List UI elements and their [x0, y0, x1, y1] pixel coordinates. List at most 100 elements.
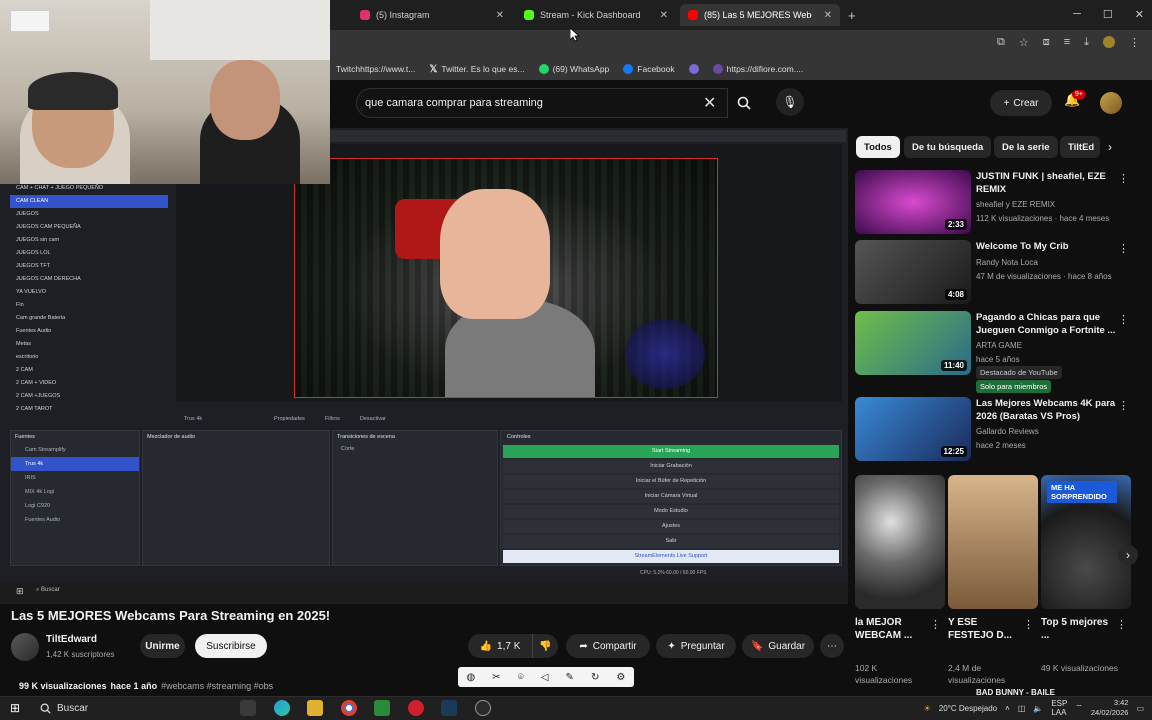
channel-name[interactable]: Randy Nota Loca: [976, 258, 1038, 267]
task-view-icon[interactable]: [240, 700, 256, 716]
replay-buffer-button[interactable]: Iniciar el Búfer de Repetición: [503, 475, 839, 488]
network-icon[interactable]: ◫: [1018, 704, 1026, 713]
video-thumbnail[interactable]: 2:33: [855, 170, 971, 234]
deactivate-tab[interactable]: Desactivar: [360, 416, 386, 422]
close-window-icon[interactable]: ✕: [1135, 8, 1144, 21]
chevron-up-icon[interactable]: ˄: [1005, 704, 1010, 713]
scene-item[interactable]: JUEGOS: [10, 208, 168, 221]
scene-item[interactable]: JUEGOS LOL: [10, 247, 168, 260]
cast-icon[interactable]: ⧉: [997, 36, 1005, 49]
bookmark-difiore[interactable]: https://difiore.com....: [712, 64, 803, 74]
more-actions-button[interactable]: ⋯: [820, 634, 844, 658]
start-streaming-button[interactable]: Start Streaming: [503, 445, 839, 458]
short-thumbnail[interactable]: [948, 475, 1038, 609]
close-icon[interactable]: ✕: [496, 10, 504, 21]
minimize-icon[interactable]: ─: [1073, 8, 1081, 21]
channel-avatar[interactable]: [11, 633, 39, 661]
source-item[interactable]: Fuentes Audio: [11, 513, 139, 527]
refresh-icon[interactable]: ↻: [591, 672, 599, 683]
create-button[interactable]: + Crear: [990, 90, 1052, 116]
camera-icon[interactable]: ⌾: [518, 672, 524, 683]
recommendation-item[interactable]: 12:25 Las Mejores Webcams 4K para 2026 (…: [855, 397, 1145, 465]
scene-item[interactable]: 2 CAM: [10, 364, 168, 377]
voice-search-button[interactable]: 🎙: [776, 88, 804, 116]
short-title[interactable]: Y ESE FESTEJO D...: [948, 616, 1024, 642]
chip-from-search[interactable]: De tu búsqueda: [904, 136, 992, 158]
short-title[interactable]: la MEJOR WEBCAM ...: [855, 616, 931, 642]
taskbar-search[interactable]: Buscar: [32, 699, 222, 717]
video-title[interactable]: Pagando a Chicas para que Jueguen Conmig…: [976, 311, 1126, 337]
shield-icon[interactable]: ◍: [467, 672, 476, 683]
short-thumbnail[interactable]: [855, 475, 945, 609]
exit-button[interactable]: Salir: [503, 535, 839, 548]
scene-item[interactable]: 2 CAM TAROT: [10, 403, 168, 416]
description-header[interactable]: 99 K visualizaciones hace 1 año #webcams…: [11, 676, 847, 696]
steam-icon[interactable]: [441, 700, 457, 716]
audio-icon[interactable]: ◁: [541, 672, 549, 683]
extensions-icon[interactable]: ⧈: [1043, 36, 1050, 49]
scene-item[interactable]: JUEGOS CAM PEQUEÑA: [10, 221, 168, 234]
edge-icon[interactable]: [274, 700, 290, 716]
more-vertical-icon[interactable]: ⋮: [1023, 618, 1034, 631]
scene-item[interactable]: 2 CAM + VIDEO: [10, 377, 168, 390]
video-thumbnail[interactable]: 12:25: [855, 397, 971, 461]
start-recording-button[interactable]: Iniciar Grabación: [503, 460, 839, 473]
scene-item[interactable]: JUEGOS TFT: [10, 260, 168, 273]
save-button[interactable]: 🔖 Guardar: [742, 634, 814, 658]
ask-button[interactable]: ✦ Preguntar: [656, 634, 736, 658]
chip-channel[interactable]: TiltEd: [1060, 136, 1100, 158]
dislike-button[interactable]: 👎: [532, 634, 558, 658]
profile-icon[interactable]: [1103, 36, 1115, 48]
bookmark-star-icon[interactable]: ☆: [1019, 36, 1029, 49]
source-item[interactable]: Trus 4k: [11, 457, 139, 471]
scene-item[interactable]: Fuentes Audio: [10, 325, 168, 338]
bookmark-extension[interactable]: [688, 64, 699, 74]
chip-all[interactable]: Todos: [856, 136, 900, 158]
channel-name[interactable]: TiltEdward: [46, 634, 97, 645]
more-vertical-icon[interactable]: ⋮: [1116, 618, 1127, 631]
settings-button[interactable]: Ajustes: [503, 520, 839, 533]
reading-list-icon[interactable]: ≡: [1064, 36, 1070, 49]
new-tab-button[interactable]: +: [848, 8, 856, 23]
recommendation-item[interactable]: 4:08 Welcome To My Crib Randy Nota Loca …: [855, 240, 1145, 308]
menu-icon[interactable]: ⋮: [1129, 36, 1140, 49]
wifi-icon[interactable]: ⌔: [1075, 703, 1083, 713]
windows-start-icon[interactable]: ⊞: [10, 701, 20, 715]
tab-youtube[interactable]: (85) Las 5 MEJORES Webcams ✕: [680, 4, 840, 26]
scene-item[interactable]: 2 CAM +JUEGOS: [10, 390, 168, 403]
recommendation-item[interactable]: 2:33 JUSTIN FUNK | sheafiel, EZE REMIX s…: [855, 170, 1145, 238]
source-item[interactable]: IRIS: [11, 471, 139, 485]
tab-kick-dashboard[interactable]: Stream - Kick Dashboard ✕: [516, 4, 676, 26]
video-title[interactable]: JUSTIN FUNK | sheafiel, EZE REMIX: [976, 170, 1126, 196]
obs-icon[interactable]: [475, 700, 491, 716]
properties-tab[interactable]: Propiedades: [274, 416, 305, 422]
scene-item[interactable]: Fin: [10, 299, 168, 312]
scissors-icon[interactable]: ✂: [492, 672, 500, 683]
settings-gear-icon[interactable]: ⚙: [616, 672, 625, 683]
search-button[interactable]: [728, 88, 760, 118]
channel-name[interactable]: ARTA GAME: [976, 341, 1022, 350]
virtual-camera-button[interactable]: Iniciar Cámara Virtual: [503, 490, 839, 503]
bookmark-twitch[interactable]: Twitchhttps://www.t...: [336, 64, 415, 74]
video-thumbnail[interactable]: 11:40: [855, 311, 971, 375]
more-vertical-icon[interactable]: ⋮: [1118, 313, 1129, 326]
more-vertical-icon[interactable]: ⋮: [1118, 242, 1129, 255]
subscribe-button[interactable]: Suscribirse: [195, 634, 267, 658]
scene-item[interactable]: Cam grande Bateria: [10, 312, 168, 325]
scene-item[interactable]: JUEGOS CAM DERECHA: [10, 273, 168, 286]
language-indicator[interactable]: ESP LAA: [1051, 699, 1067, 717]
notification-center-icon[interactable]: ▭: [1136, 704, 1144, 713]
filters-tab[interactable]: Filtros: [325, 416, 340, 422]
streamelements-support-button[interactable]: StreamElements Live Support: [503, 550, 839, 563]
join-button[interactable]: Unirme: [140, 634, 185, 658]
clock[interactable]: 3:42 24/02/2026: [1091, 698, 1129, 718]
scene-item[interactable]: Metas: [10, 338, 168, 351]
user-avatar[interactable]: [1100, 92, 1122, 114]
bookmark-facebook[interactable]: Facebook: [623, 64, 675, 74]
more-vertical-icon[interactable]: ⋮: [1118, 172, 1129, 185]
source-item[interactable]: Logi C920: [11, 499, 139, 513]
clear-search-icon[interactable]: ✕: [703, 93, 716, 113]
source-item[interactable]: MIX 4k Logi: [11, 485, 139, 499]
weather-text[interactable]: 20°C Despejado: [939, 704, 997, 713]
video-title[interactable]: Welcome To My Crib: [976, 240, 1126, 253]
